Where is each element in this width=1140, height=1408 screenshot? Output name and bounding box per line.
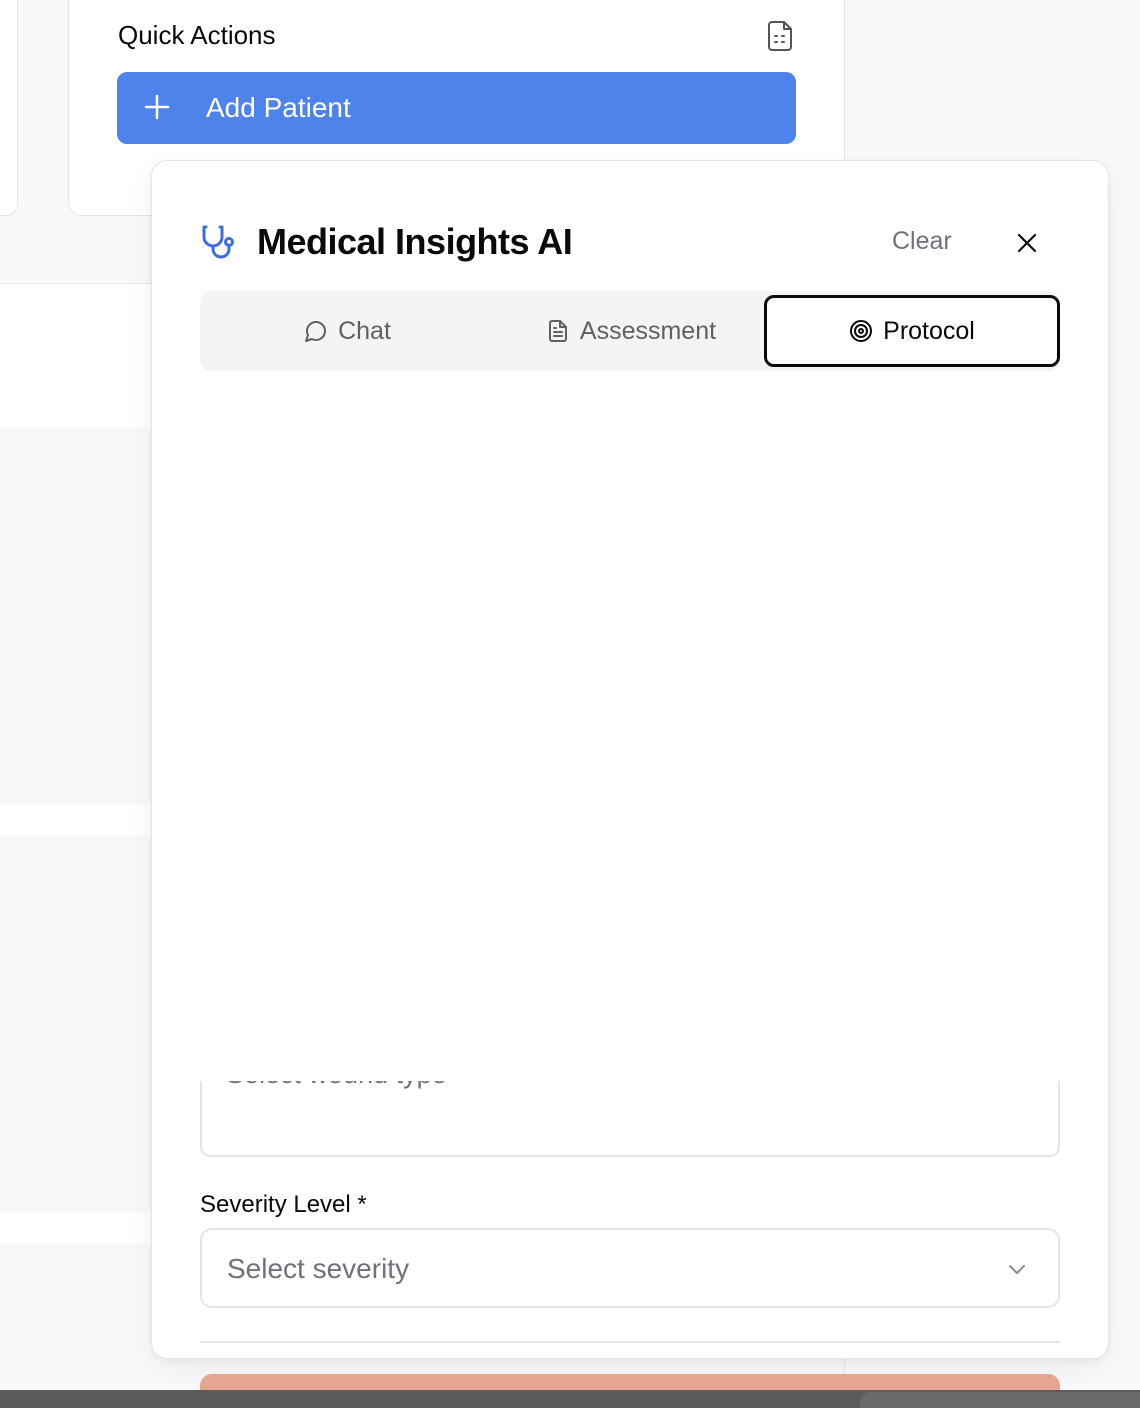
stethoscope-icon [202,225,234,259]
tab-chat[interactable]: Chat [200,291,495,371]
chevron-down-icon [1009,1265,1025,1274]
file-text-icon [548,320,567,342]
tab-assessment-label: Assessment [579,316,717,345]
wound-type-placeholder: Select wound type [226,1081,447,1090]
severity-placeholder: Select severity [227,1253,410,1284]
target-icon [850,320,873,342]
tab-assessment[interactable]: Assessment [488,291,774,371]
divider [200,1341,1060,1343]
dialog-title: Medical Insights AI [257,221,573,262]
file-spreadsheet-icon[interactable] [764,19,796,53]
tab-protocol[interactable]: Protocol [764,295,1060,367]
add-patient-label: Add Patient [206,92,351,123]
system-bar-dock [860,1392,1140,1408]
close-icon[interactable] [1011,227,1043,259]
add-patient-button[interactable]: Add Patient [117,72,796,144]
medical-insights-dialog: Medical Insights AI Clear Chat Assessmen… [151,160,1109,1359]
quick-actions-title: Quick Actions [118,20,276,50]
plus-icon [144,94,170,120]
background-panel [0,804,152,836]
background-panel [0,1212,152,1244]
background-panel [0,284,152,428]
message-circle-icon [305,321,327,342]
wound-type-select[interactable]: Select wound type [200,1081,1060,1157]
clear-button[interactable]: Clear [892,227,952,256]
severity-select[interactable]: Select severity [200,1228,1060,1308]
app-root: Quick Actions Add Patient Medical Insigh… [0,0,1140,1408]
severity-label: Severity Level * [200,1191,367,1218]
background-left-card [0,0,18,216]
tab-protocol-label: Protocol [883,316,975,345]
dialog-tabs: Chat Assessment Protocol [200,291,1060,371]
tab-chat-label: Chat [338,316,391,345]
